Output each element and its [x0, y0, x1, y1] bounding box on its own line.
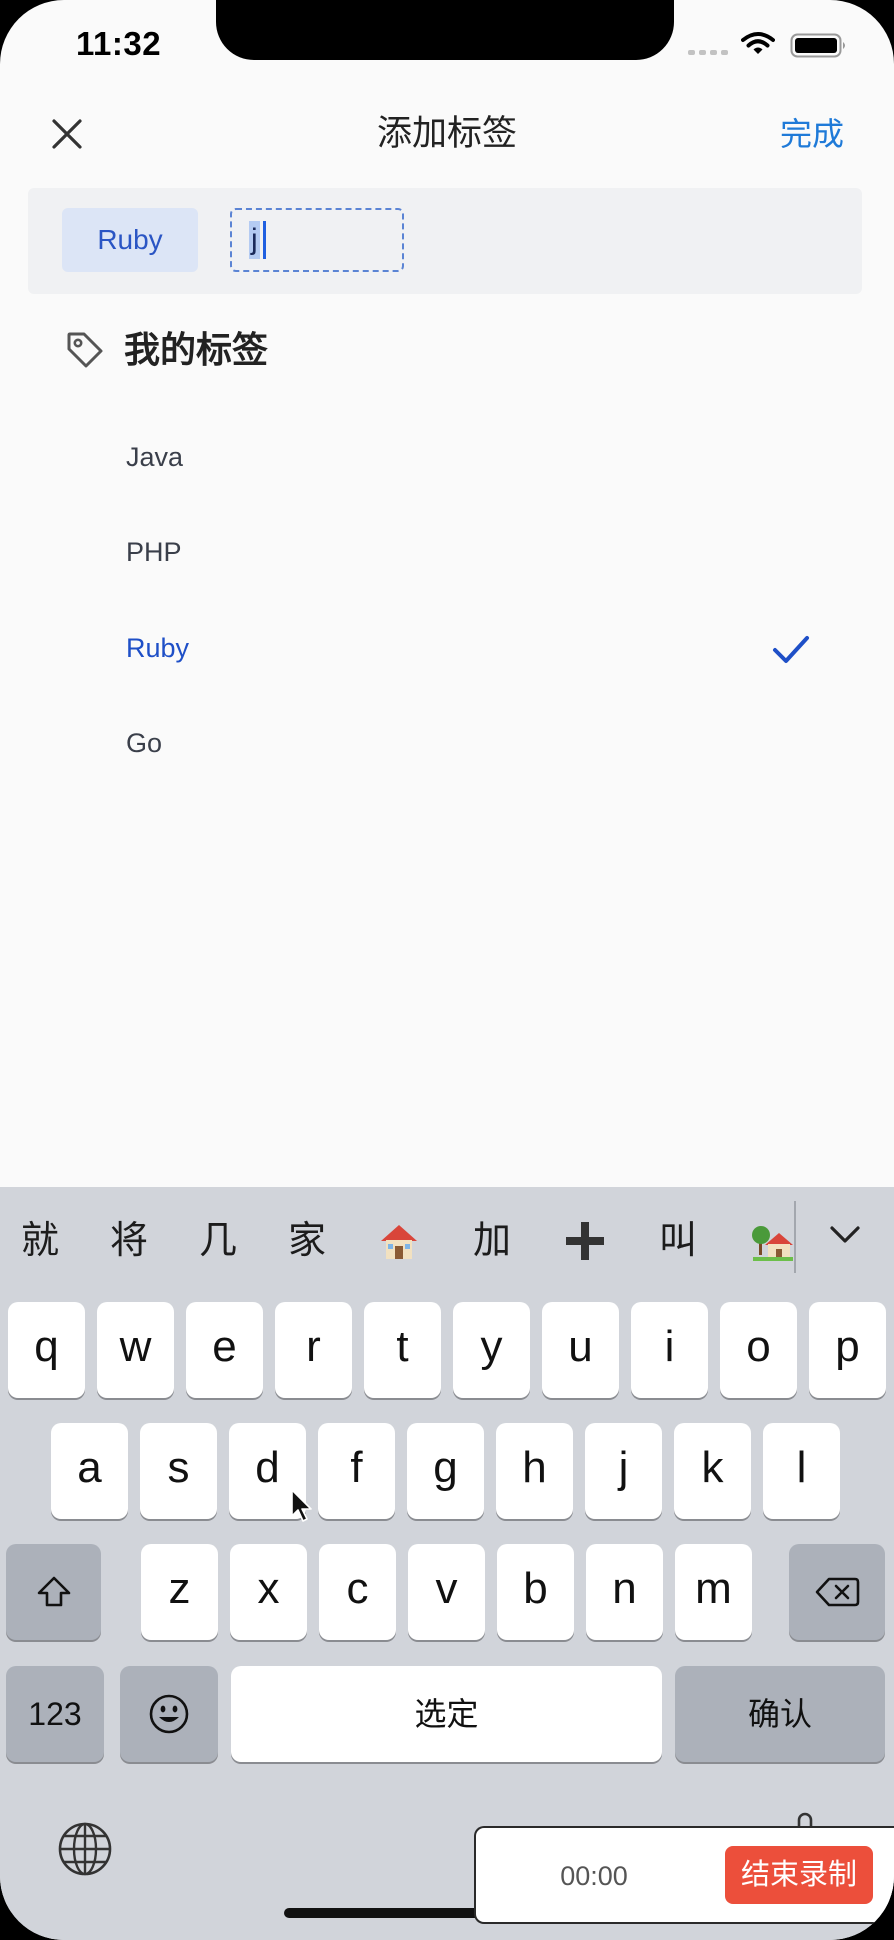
key-v[interactable]: v [408, 1544, 485, 1640]
key-r[interactable]: r [275, 1302, 352, 1398]
key-w[interactable]: w [97, 1302, 174, 1398]
text-caret [263, 221, 266, 259]
notch [216, 0, 674, 60]
key-n[interactable]: n [586, 1544, 663, 1640]
candidate-divider [794, 1201, 796, 1273]
key-k[interactable]: k [674, 1423, 751, 1519]
candidate-bar: 就 将 几 家 加 叫 [0, 1207, 795, 1277]
chevron-down-icon[interactable] [827, 1217, 863, 1253]
new-tag-input[interactable]: j [230, 208, 404, 272]
tag-input-area: Ruby j [28, 188, 862, 294]
key-t[interactable]: t [364, 1302, 441, 1398]
candidate[interactable]: 几 [178, 1211, 258, 1271]
candidate[interactable]: 就 [0, 1211, 80, 1271]
candidate-emoji[interactable] [359, 1211, 439, 1271]
tag-icon [67, 332, 103, 368]
key-j[interactable]: j [585, 1423, 662, 1519]
tag-option-label: Ruby [126, 633, 190, 663]
key-z[interactable]: z [141, 1544, 218, 1640]
key-x[interactable]: x [230, 1544, 307, 1640]
key-i[interactable]: i [631, 1302, 708, 1398]
space-key[interactable]: 选定 [231, 1666, 662, 1762]
tag-option-go[interactable]: Go [0, 696, 894, 791]
key-e[interactable]: e [186, 1302, 263, 1398]
candidate-emoji[interactable] [733, 1211, 795, 1271]
key-o[interactable]: o [720, 1302, 797, 1398]
backspace-icon [815, 1577, 860, 1607]
section-heading: 我的标签 [124, 329, 269, 370]
screen-recording-panel: 00:00 结束录制 [474, 1826, 894, 1924]
house-with-garden-emoji-icon [752, 1226, 793, 1261]
heavy-plus-emoji-icon [566, 1222, 604, 1260]
globe-icon[interactable] [56, 1820, 114, 1878]
return-key[interactable]: 确认 [675, 1666, 885, 1762]
key-m[interactable]: m [675, 1544, 752, 1640]
candidate[interactable]: 将 [89, 1211, 169, 1271]
key-p[interactable]: p [809, 1302, 886, 1398]
wifi-icon [741, 32, 775, 54]
emoji-face-icon [149, 1694, 189, 1734]
key-u[interactable]: u [542, 1302, 619, 1398]
tag-option-label: Go [126, 728, 163, 758]
cellular-signal-icon [688, 50, 728, 55]
battery-icon [790, 33, 845, 58]
tag-option-ruby[interactable]: Ruby [0, 601, 894, 696]
status-time: 11:32 [76, 25, 162, 62]
key-row-1: q w e r t y u i o p [8, 1302, 886, 1398]
key-b[interactable]: b [497, 1544, 574, 1640]
key-row-3: z x c v b n m [141, 1544, 752, 1640]
key-l[interactable]: l [763, 1423, 840, 1519]
candidate-emoji[interactable] [545, 1211, 625, 1271]
key-h[interactable]: h [496, 1423, 573, 1519]
tag-option-java[interactable]: Java [0, 410, 894, 505]
mouse-pointer-icon [291, 1489, 312, 1522]
candidate[interactable]: 家 [267, 1211, 347, 1271]
candidate[interactable]: 加 [452, 1211, 532, 1271]
key-q[interactable]: q [8, 1302, 85, 1398]
key-g[interactable]: g [407, 1423, 484, 1519]
stop-recording-button[interactable]: 结束录制 [725, 1846, 873, 1904]
key-row-2: a s d f g h j k l [51, 1423, 840, 1519]
marked-text: j [249, 221, 260, 259]
done-button[interactable]: 完成 [780, 114, 844, 154]
checkmark-icon [773, 636, 809, 663]
tag-option-label: PHP [126, 537, 182, 567]
key-s[interactable]: s [140, 1423, 217, 1519]
shift-icon [37, 1576, 70, 1607]
house-emoji-icon [381, 1225, 417, 1259]
shift-key[interactable] [6, 1544, 101, 1640]
selected-tag-chip[interactable]: Ruby [62, 208, 198, 272]
key-c[interactable]: c [319, 1544, 396, 1640]
delete-key[interactable] [789, 1544, 885, 1640]
phone-screen: 11:32 添加标签 完成 Ruby j 我的标签 Java PHP Ruby … [0, 0, 894, 1940]
tag-option-label: Java [126, 442, 184, 472]
key-f[interactable]: f [318, 1423, 395, 1519]
emoji-key[interactable] [120, 1666, 218, 1762]
numbers-key[interactable]: 123 [6, 1666, 104, 1762]
recording-timer: 00:00 [560, 1861, 628, 1891]
key-y[interactable]: y [453, 1302, 530, 1398]
tag-option-php[interactable]: PHP [0, 505, 894, 600]
page-title: 添加标签 [376, 114, 517, 153]
candidate[interactable]: 叫 [638, 1211, 718, 1271]
key-a[interactable]: a [51, 1423, 128, 1519]
